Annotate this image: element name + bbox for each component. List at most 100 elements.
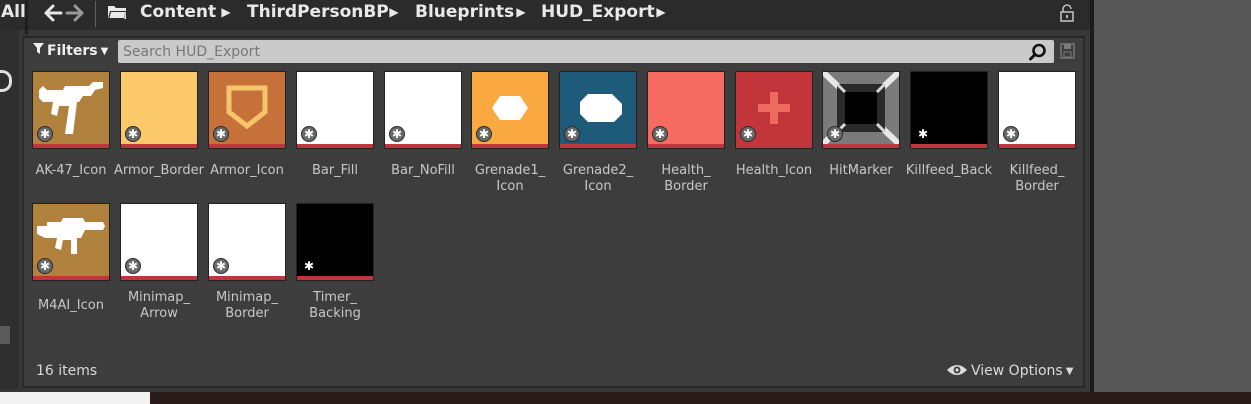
asset-tile[interactable]: ✱ Armor_Border — [114, 72, 204, 178]
asset-type-bar — [823, 144, 899, 148]
eye-icon — [946, 363, 968, 377]
asset-thumbnail[interactable]: ✱ — [472, 72, 548, 148]
asset-type-bar — [472, 144, 548, 148]
asset-type-bar — [385, 144, 461, 148]
asset-tile[interactable]: ✱ Killfeed_Back — [906, 72, 992, 178]
texture-asset-icon: ✱ — [301, 126, 317, 142]
asset-tile[interactable]: ✱ Health_ Border — [648, 72, 724, 194]
chevron-right-icon[interactable]: ▶ — [516, 3, 526, 21]
asset-type-bar — [999, 144, 1075, 148]
asset-tile[interactable]: ✱ Timer_ Backing — [297, 204, 373, 321]
search-input[interactable] — [118, 40, 1018, 63]
adjacent-panel — [1094, 0, 1251, 392]
asset-type-bar — [911, 144, 987, 148]
chevron-right-icon[interactable]: ▶ — [389, 3, 399, 21]
asset-thumbnail[interactable]: ✱ — [121, 204, 197, 280]
texture-asset-icon: ✱ — [827, 126, 843, 142]
asset-name: Grenade1_ Icon — [474, 163, 546, 194]
asset-type-bar — [209, 276, 285, 280]
asset-tile[interactable]: ✱ Killfeed_ Border — [999, 72, 1075, 194]
texture-asset-icon: ✱ — [37, 258, 53, 274]
breadcrumb-thirdpersonbp[interactable]: ThirdPersonBP — [247, 1, 389, 23]
asset-thumbnail[interactable]: ✱ — [209, 204, 285, 280]
arrow-left-icon[interactable] — [43, 4, 63, 22]
chevron-right-icon[interactable]: ▶ — [656, 3, 666, 21]
asset-type-bar — [297, 144, 373, 148]
asset-thumbnail[interactable]: ✱ — [823, 72, 899, 148]
folder-icon — [107, 4, 127, 20]
arrow-right-icon[interactable] — [65, 4, 85, 22]
asset-tile[interactable]: ✱ Armor_Icon — [209, 72, 285, 178]
asset-thumbnail[interactable]: ✱ — [297, 204, 373, 280]
asset-tile[interactable]: ✱ Health_Icon — [736, 72, 812, 178]
asset-name: Minimap_ Arrow — [127, 290, 191, 321]
view-options-button[interactable]: View Options ▼ — [946, 362, 1073, 381]
texture-asset-icon: ✱ — [652, 126, 668, 142]
asset-tile[interactable]: ✱ AK-47_Icon — [33, 72, 109, 178]
asset-tile[interactable]: ✱ Grenade2_ Icon — [560, 72, 636, 194]
asset-name: Health_ Border — [661, 163, 711, 194]
breadcrumb-hud-export[interactable]: HUD_Export — [541, 1, 655, 23]
asset-thumbnail[interactable]: ✱ — [297, 72, 373, 148]
asset-name: M4AI_Icon — [38, 298, 104, 313]
asset-thumbnail[interactable]: ✱ — [999, 72, 1075, 148]
lock-icon[interactable] — [1058, 4, 1076, 22]
asset-thumbnail[interactable]: ✱ — [736, 72, 812, 148]
view-options-label: View Options — [971, 363, 1063, 379]
filter-icon — [33, 41, 44, 61]
asset-thumbnail[interactable]: ✱ — [911, 72, 987, 148]
asset-name: Timer_ Backing — [309, 290, 361, 321]
item-count: 16 items — [36, 363, 98, 379]
asset-tile[interactable]: ✱ M4AI_Icon — [33, 204, 109, 313]
filters-label: Filters — [47, 43, 98, 59]
asset-name: Health_Icon — [735, 163, 813, 178]
scrollbar-thumb[interactable] — [0, 326, 10, 344]
asset-thumbnail[interactable]: ✱ — [560, 72, 636, 148]
asset-type-bar — [209, 144, 285, 148]
search-icon[interactable] — [0, 70, 12, 92]
asset-name: Bar_NoFill — [391, 163, 455, 178]
texture-asset-icon: ✱ — [213, 126, 229, 142]
breadcrumb-blueprints[interactable]: Blueprints — [415, 1, 514, 23]
asset-tile[interactable]: ✱ Minimap_ Arrow — [121, 204, 197, 321]
asset-thumbnail[interactable]: ✱ — [33, 204, 109, 280]
save-search-icon[interactable] — [1060, 43, 1075, 59]
asset-name: Killfeed_Back — [905, 163, 993, 178]
texture-asset-icon: ✱ — [476, 126, 492, 142]
texture-asset-icon: ✱ — [740, 126, 756, 142]
asset-tile[interactable]: ✱ Minimap_ Border — [209, 204, 285, 321]
asset-thumbnail[interactable]: ✱ — [648, 72, 724, 148]
divider — [95, 1, 96, 27]
chevron-down-icon: ▼ — [1065, 366, 1074, 377]
all-button[interactable]: All — [0, 0, 26, 26]
asset-name: HitMarker — [829, 163, 893, 178]
asset-thumbnail[interactable]: ✱ — [385, 72, 461, 148]
asset-type-bar — [33, 276, 109, 280]
asset-name: Armor_Border — [113, 163, 205, 178]
texture-asset-icon: ✱ — [125, 126, 141, 142]
filters-button[interactable]: Filters ▼ — [33, 41, 108, 61]
asset-type-bar — [560, 144, 636, 148]
asset-thumbnail[interactable]: ✱ — [121, 72, 197, 148]
divider — [25, 0, 28, 34]
asset-type-bar — [33, 144, 109, 148]
asset-name: Armor_Icon — [210, 163, 284, 178]
asset-tile[interactable]: ✱ Grenade1_ Icon — [472, 72, 548, 194]
asset-name: Minimap_ Border — [215, 290, 279, 321]
search-field[interactable] — [118, 40, 1054, 63]
taskbar-fragment — [0, 392, 150, 404]
asset-tile[interactable]: ✱ Bar_Fill — [297, 72, 373, 178]
asset-type-bar — [297, 276, 373, 280]
asset-tile[interactable]: ✱ HitMarker — [823, 72, 899, 178]
texture-asset-icon: ✱ — [37, 126, 53, 142]
asset-name: Grenade2_ Icon — [562, 163, 634, 194]
texture-asset-icon: ✱ — [389, 126, 405, 142]
search-icon[interactable] — [1029, 43, 1047, 61]
sources-panel — [0, 30, 19, 390]
chevron-down-icon: ▼ — [100, 46, 109, 57]
asset-thumbnail[interactable]: ✱ — [209, 72, 285, 148]
asset-tile[interactable]: ✱ Bar_NoFill — [385, 72, 461, 178]
chevron-right-icon[interactable]: ▶ — [221, 3, 231, 21]
asset-thumbnail[interactable]: ✱ — [33, 72, 109, 148]
breadcrumb-content[interactable]: Content — [140, 1, 216, 23]
